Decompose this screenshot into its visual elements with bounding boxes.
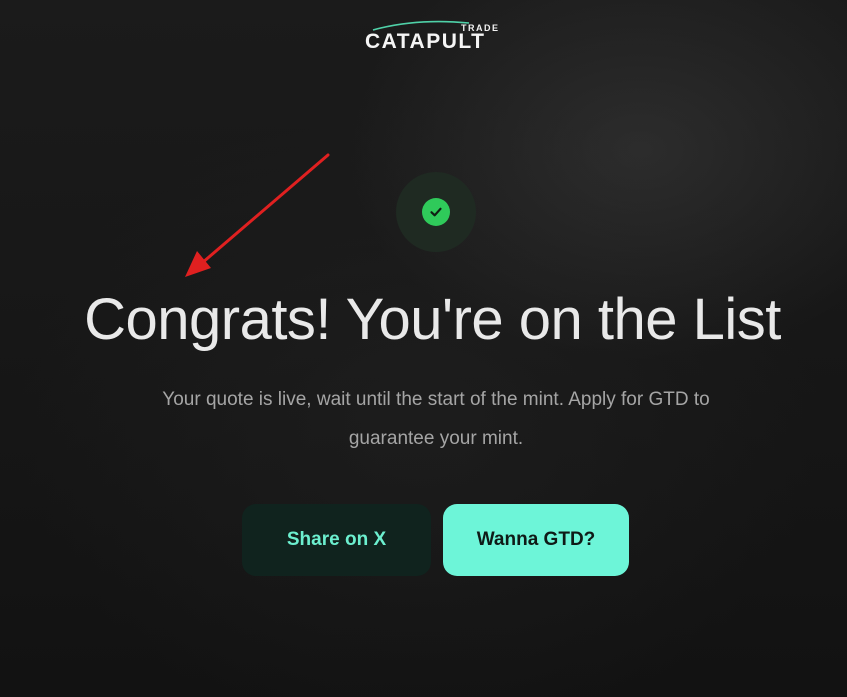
- subtitle-text: Your quote is live, wait until the start…: [162, 389, 710, 449]
- share-on-x-button[interactable]: Share on X: [242, 504, 431, 576]
- page: TRADE CATAPULT Congrats! You're on the L…: [0, 0, 847, 697]
- check-circle-icon: [422, 198, 450, 226]
- success-badge: [396, 172, 476, 252]
- wanna-gtd-button[interactable]: Wanna GTD?: [443, 504, 629, 576]
- page-title: Congrats! You're on the List: [84, 287, 781, 352]
